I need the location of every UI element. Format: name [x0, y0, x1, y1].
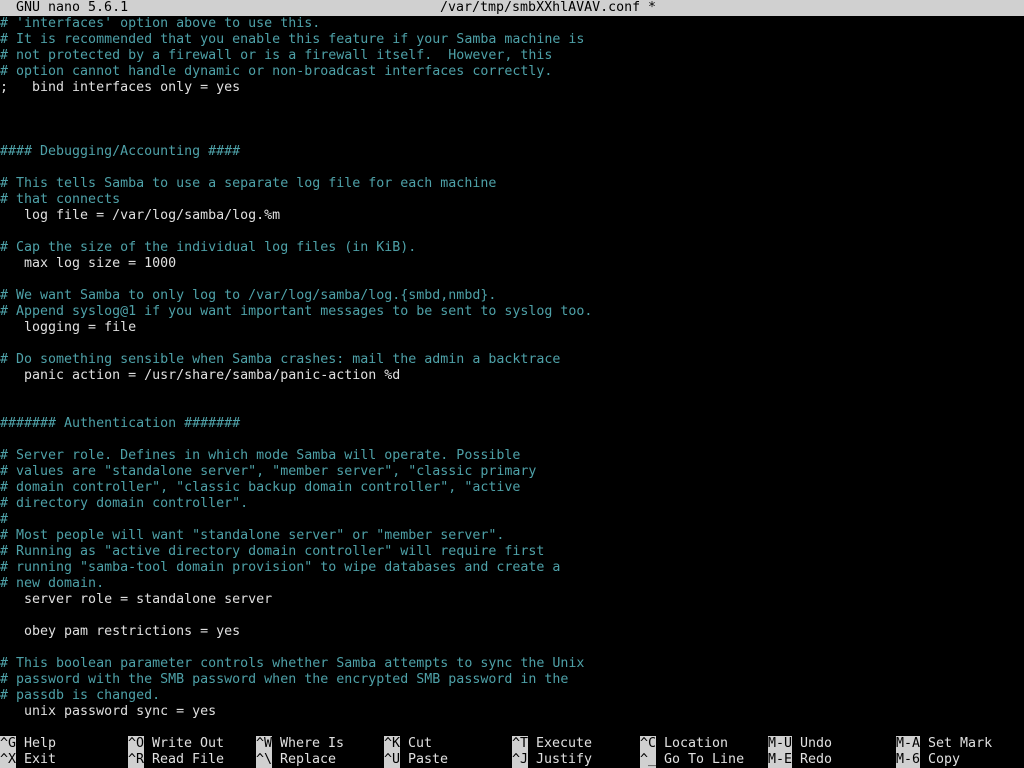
shortcut-redo[interactable]: M-E Redo [768, 752, 832, 768]
editor-line[interactable]: # passdb is changed. [0, 688, 1024, 704]
shortcut-copy[interactable]: M-6 Copy [896, 752, 960, 768]
shortcut-key: ^U [384, 752, 401, 768]
editor-line[interactable]: # running "samba-tool domain provision" … [0, 560, 1024, 576]
shortcut-bar: ^G Help ^X Exit ^O Write Out ^R Read File ^W… [0, 736, 1024, 768]
shortcut-read-file[interactable]: ^R Read File [128, 752, 224, 768]
shortcut-paste[interactable]: ^U Paste [384, 752, 448, 768]
editor-line[interactable] [0, 400, 1024, 416]
shortcut-label: Justify [536, 752, 593, 767]
editor-line[interactable] [0, 160, 1024, 176]
editor-line[interactable]: # 'interfaces' option above to use this. [0, 16, 1024, 32]
editor-line[interactable]: # We want Samba to only log to /var/log/… [0, 288, 1024, 304]
shortcut-replace[interactable]: ^\ Replace [256, 752, 336, 768]
editor-line[interactable] [0, 224, 1024, 240]
editor-line[interactable]: #### Debugging/Accounting #### [0, 144, 1024, 160]
shortcut-label: Help [24, 736, 57, 751]
shortcut-exit[interactable]: ^X Exit [0, 752, 56, 768]
editor-text-area[interactable]: # 'interfaces' option above to use this.… [0, 16, 1024, 728]
editor-line[interactable] [0, 432, 1024, 448]
editor-line[interactable]: server role = standalone server [0, 592, 1024, 608]
modified-indicator: * [648, 0, 657, 15]
shortcut-key: ^O [128, 736, 145, 752]
shortcut-label: Go To Line [664, 752, 745, 767]
shortcut-go-to-line[interactable]: ^_ Go To Line [640, 752, 744, 768]
shortcut-key: ^C [640, 736, 657, 752]
editor-line[interactable]: max log size = 1000 [0, 256, 1024, 272]
file-path: /var/tmp/smbXXhlAVAV.conf [440, 0, 641, 15]
editor-line[interactable]: # that connects [0, 192, 1024, 208]
shortcut-undo[interactable]: M-U Undo [768, 736, 832, 752]
shortcut-justify[interactable]: ^J Justify [512, 752, 592, 768]
editor-line[interactable] [0, 608, 1024, 624]
shortcut-help[interactable]: ^G Help [0, 736, 56, 752]
shortcut-label: Set Mark [928, 736, 993, 751]
shortcut-key: ^G [0, 736, 17, 752]
shortcut-set-mark[interactable]: M-A Set Mark [896, 736, 992, 752]
shortcut-key: M-E [768, 752, 793, 768]
shortcut-label: Paste [408, 752, 449, 767]
shortcut-key: M-A [896, 736, 921, 752]
editor-line[interactable]: # Append syslog@1 if you want important … [0, 304, 1024, 320]
shortcut-label: Location [664, 736, 729, 751]
shortcut-label: Cut [408, 736, 433, 751]
shortcut-cut[interactable]: ^K Cut [384, 736, 432, 752]
shortcut-execute[interactable]: ^T Execute [512, 736, 592, 752]
shortcut-key: ^W [256, 736, 273, 752]
editor-line[interactable]: # Cap the size of the individual log fil… [0, 240, 1024, 256]
editor-line[interactable]: # [0, 512, 1024, 528]
shortcut-label: Execute [536, 736, 593, 751]
editor-line[interactable]: unix password sync = yes [0, 704, 1024, 720]
editor-line[interactable]: # option cannot handle dynamic or non-br… [0, 64, 1024, 80]
editor-line[interactable] [0, 640, 1024, 656]
editor-line[interactable]: # domain controller", "classic backup do… [0, 480, 1024, 496]
shortcut-label: Copy [928, 752, 961, 767]
shortcut-key: ^K [384, 736, 401, 752]
editor-line[interactable]: # not protected by a firewall or is a fi… [0, 48, 1024, 64]
shortcut-where-is[interactable]: ^W Where Is [256, 736, 344, 752]
editor-line[interactable]: # This boolean parameter controls whethe… [0, 656, 1024, 672]
editor-line[interactable]: panic action = /usr/share/samba/panic-ac… [0, 368, 1024, 384]
shortcut-key: ^T [512, 736, 529, 752]
editor-line[interactable] [0, 336, 1024, 352]
shortcut-key: M-U [768, 736, 793, 752]
editor-line[interactable]: # values are "standalone server", "membe… [0, 464, 1024, 480]
shortcut-key: ^J [512, 752, 529, 768]
shortcut-write-out[interactable]: ^O Write Out [128, 736, 224, 752]
editor-line[interactable]: # Server role. Defines in which mode Sam… [0, 448, 1024, 464]
shortcut-key: ^X [0, 752, 17, 768]
shortcut-label: Where Is [280, 736, 345, 751]
shortcut-label: Redo [800, 752, 833, 767]
shortcut-location[interactable]: ^C Location [640, 736, 728, 752]
editor-line[interactable] [0, 272, 1024, 288]
editor-line[interactable] [0, 96, 1024, 112]
editor-line[interactable]: ; bind interfaces only = yes [0, 80, 1024, 96]
editor-line[interactable]: logging = file [0, 320, 1024, 336]
shortcut-label: Write Out [152, 736, 225, 751]
editor-line[interactable]: obey pam restrictions = yes [0, 624, 1024, 640]
shortcut-key: ^_ [640, 752, 657, 768]
editor-line[interactable]: # Running as "active directory domain co… [0, 544, 1024, 560]
editor-line[interactable]: ####### Authentication ####### [0, 416, 1024, 432]
editor-line[interactable]: log file = /var/log/samba/log.%m [0, 208, 1024, 224]
editor-line[interactable]: # Most people will want "standalone serv… [0, 528, 1024, 544]
app-version: GNU nano 5.6.1 [16, 0, 129, 15]
shortcut-label: Read File [152, 752, 225, 767]
editor-line[interactable]: # directory domain controller". [0, 496, 1024, 512]
shortcut-label: Replace [280, 752, 337, 767]
shortcut-key: M-6 [896, 752, 921, 768]
editor-line[interactable] [0, 112, 1024, 128]
editor-line[interactable]: # Do something sensible when Samba crash… [0, 352, 1024, 368]
title-bar: GNU nano 5.6.1 /var/tmp/smbXXhlAVAV.conf… [0, 0, 1024, 16]
shortcut-key: ^R [128, 752, 145, 768]
shortcut-label: Undo [800, 736, 833, 751]
editor-line[interactable]: # new domain. [0, 576, 1024, 592]
editor-line[interactable]: # It is recommended that you enable this… [0, 32, 1024, 48]
editor-line[interactable]: # This tells Samba to use a separate log… [0, 176, 1024, 192]
editor-line[interactable] [0, 384, 1024, 400]
shortcut-label: Exit [24, 752, 57, 767]
editor-line[interactable] [0, 128, 1024, 144]
editor-line[interactable]: # password with the SMB password when th… [0, 672, 1024, 688]
shortcut-key: ^\ [256, 752, 273, 768]
